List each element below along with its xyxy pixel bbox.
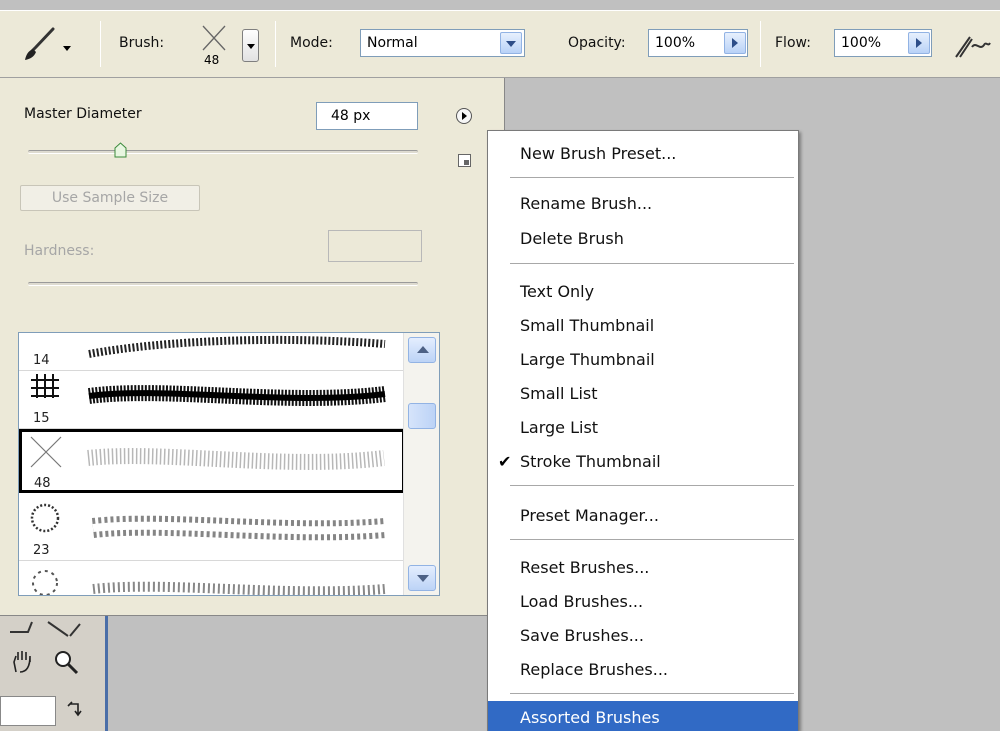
tool-preset-dropdown-icon[interactable] [62, 41, 72, 51]
flow-label: Flow: [775, 35, 811, 51]
brush-label: Brush: [119, 35, 165, 51]
menu-item-small-list[interactable]: Small List [488, 377, 798, 411]
mode-value: Normal [367, 35, 418, 51]
brush-size-label: 48 [204, 53, 220, 67]
master-diameter-label: Master Diameter [24, 106, 142, 122]
mode-dropdown-button[interactable] [500, 32, 522, 54]
hardness-label: Hardness: [24, 243, 95, 259]
brush-stroke-preview [88, 335, 386, 358]
menu-item-large-list[interactable]: Large List [488, 411, 798, 445]
swatch-field[interactable] [0, 696, 56, 726]
menu-item-replace-brushes[interactable]: Replace Brushes... [488, 653, 798, 687]
scroll-down-button[interactable] [408, 565, 436, 591]
checkmark-icon: ✔ [498, 452, 512, 471]
brush-preset-row[interactable] [19, 561, 403, 595]
save-preset-icon[interactable] [458, 154, 471, 167]
brush-preset-row[interactable]: 23 [19, 496, 403, 561]
menu-item-stroke-thumbnail[interactable]: ✔ Stroke Thumbnail [488, 445, 798, 479]
options-bar: Brush: 48 Mode: Normal Opacity: 100% Flo… [0, 10, 1000, 78]
hardness-slider[interactable] [28, 282, 418, 286]
flow-slider-button[interactable] [908, 32, 930, 54]
opacity-label: Opacity: [568, 35, 626, 51]
shape-tool-icon[interactable] [8, 618, 88, 640]
brush-picker-button[interactable] [242, 29, 259, 62]
brush-stroke-preview [91, 515, 386, 541]
ring-brush-icon [30, 503, 60, 533]
brush-preset-row-selected[interactable]: 48 [19, 429, 405, 493]
menu-separator [510, 177, 794, 178]
menu-item-save-brushes[interactable]: Save Brushes... [488, 619, 798, 653]
brush-stroke-preview [87, 385, 386, 406]
opacity-slider-button[interactable] [724, 32, 746, 54]
menu-item-load-brushes[interactable]: Load Brushes... [488, 585, 798, 619]
mode-label: Mode: [290, 35, 333, 51]
master-diameter-slider-thumb[interactable] [114, 142, 127, 158]
preset-list-scrollbar[interactable] [403, 333, 439, 595]
menu-item-assorted-brushes[interactable]: Assorted Brushes [488, 701, 798, 731]
toolbox-partial [0, 616, 108, 731]
brush-stroke-preview [92, 581, 386, 595]
separator [760, 21, 761, 67]
hardness-input[interactable] [328, 230, 422, 262]
scroll-thumb[interactable] [408, 403, 436, 429]
brush-preset-list: 14 15 48 23 [18, 332, 440, 596]
separator [275, 21, 276, 67]
menu-item-rename-brush[interactable]: Rename Brush... [488, 187, 798, 221]
separator [100, 21, 101, 67]
panel-menu-button[interactable] [456, 108, 472, 124]
brush-stroke-preview [87, 448, 385, 470]
zoom-tool-icon[interactable] [52, 648, 80, 676]
use-sample-size-button[interactable]: Use Sample Size [20, 185, 200, 211]
menu-item-delete-brush[interactable]: Delete Brush [488, 222, 798, 256]
master-diameter-input[interactable]: 48 px [316, 102, 418, 130]
hand-tool-icon[interactable] [8, 648, 36, 676]
menu-separator [510, 539, 794, 540]
menu-separator [510, 263, 794, 264]
menu-item-reset-brushes[interactable]: Reset Brushes... [488, 551, 798, 585]
swap-colors-icon[interactable] [64, 700, 86, 722]
brush-context-menu: New Brush Preset... Rename Brush... Dele… [487, 130, 799, 731]
menu-separator [510, 485, 794, 486]
menu-item-text-only[interactable]: Text Only [488, 275, 798, 309]
scatter-brush-icon [32, 570, 58, 595]
master-diameter-slider[interactable] [28, 150, 418, 154]
menu-separator [510, 693, 794, 694]
menu-item-small-thumbnail[interactable]: Small Thumbnail [488, 309, 798, 343]
menu-item-large-thumbnail[interactable]: Large Thumbnail [488, 343, 798, 377]
brush-picker-panel: Master Diameter 48 px Use Sample Size Ha… [0, 78, 505, 616]
crosshatch-brush-icon [31, 374, 59, 398]
menu-item-preset-manager[interactable]: Preset Manager... [488, 499, 798, 533]
cross-brush-icon [30, 436, 62, 468]
menu-item-new-brush-preset[interactable]: New Brush Preset... [488, 137, 798, 171]
scroll-up-button[interactable] [408, 337, 436, 363]
airbrush-icon[interactable] [952, 27, 992, 63]
brush-preset-row[interactable]: 15 [19, 364, 403, 429]
brush-tool-icon[interactable] [22, 25, 56, 63]
